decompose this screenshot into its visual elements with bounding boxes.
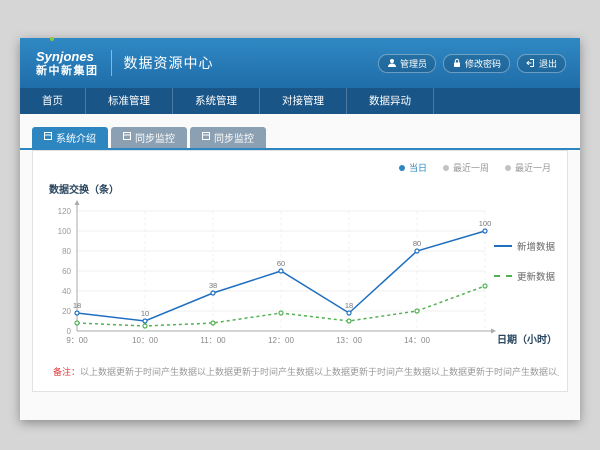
window-icon: [44, 132, 52, 143]
svg-text:60: 60: [62, 267, 71, 276]
lock-icon: [452, 58, 462, 68]
line-chart: 0 20 40 60 80 100 120 9：00 10：00 11：00 12：00 13：00 1…: [47, 197, 499, 357]
legend-new-data[interactable]: 新增数据: [494, 239, 555, 253]
nav-item-standard-mgmt[interactable]: 标准管理: [86, 88, 173, 114]
nav-item-home[interactable]: 首页: [20, 88, 86, 114]
tab-sync-monitor-1[interactable]: 同步监控: [111, 127, 187, 148]
brand-subtitle: 新中新集团: [36, 65, 99, 77]
legend-update-data[interactable]: 更新数据: [494, 269, 555, 283]
svg-text:12：00: 12：00: [268, 336, 294, 345]
nav-item-system-mgmt[interactable]: 系统管理: [173, 88, 260, 114]
user-button[interactable]: 管理员: [378, 54, 436, 73]
svg-text:9：00: 9：00: [66, 336, 88, 345]
svg-text:14：00: 14：00: [404, 336, 430, 345]
chart-panel: 当日 最近一周 最近一月 数据交换（条） 0 20 40 60 80 100 120 9：00…: [32, 150, 568, 392]
svg-text:120: 120: [58, 207, 72, 216]
svg-text:0: 0: [67, 327, 72, 336]
footnote: 备注：以上数据更新于时间产生数据以上数据更新于时间产生数据以上数据更新于时间产生…: [53, 365, 559, 378]
x-axis-title: 日期（小时）: [497, 331, 557, 346]
y-axis-title: 数据交换（条）: [49, 181, 119, 196]
logout-icon: [526, 58, 536, 68]
app-header: Synjones 新中新集团 数据资源中心 管理员 修改密码: [20, 38, 580, 88]
radio-dot-icon: [505, 165, 511, 171]
logout-label: 退出: [539, 57, 557, 70]
footnote-text: 以上数据更新于时间产生数据以上数据更新于时间产生数据以上数据更新于时间产生数据以…: [80, 367, 559, 377]
radio-dot-icon: [399, 165, 405, 171]
tab-label: 系统介绍: [56, 130, 96, 145]
filter-last-month[interactable]: 最近一月: [505, 161, 551, 174]
tab-system-intro[interactable]: 系统介绍: [32, 127, 108, 148]
svg-text:40: 40: [62, 287, 71, 296]
user-label: 管理员: [400, 57, 427, 70]
series-legend: 新增数据 更新数据: [494, 239, 555, 283]
svg-text:80: 80: [62, 247, 71, 256]
logout-button[interactable]: 退出: [517, 54, 566, 73]
desktop-background: Synjones 新中新集团 数据资源中心 管理员 修改密码: [0, 0, 600, 450]
user-icon: [387, 58, 397, 68]
company-logo: Synjones 新中新集团: [36, 50, 99, 77]
filter-label: 最近一周: [453, 161, 489, 174]
tab-sync-monitor-2[interactable]: 同步监控: [190, 127, 266, 148]
svg-text:18: 18: [73, 301, 81, 310]
radio-dot-icon: [443, 165, 449, 171]
content-area: 系统介绍 同步监控 同步监控: [20, 114, 580, 420]
nav-item-integration-mgmt[interactable]: 对接管理: [260, 88, 347, 114]
brand-text: Synjones: [36, 50, 99, 63]
brand-dot-icon: [50, 37, 54, 41]
line-swatch: [494, 275, 512, 277]
line-swatch: [494, 245, 512, 247]
filter-today[interactable]: 当日: [399, 161, 427, 174]
time-range-filters: 当日 最近一周 最近一月: [399, 161, 551, 174]
svg-text:100: 100: [479, 219, 492, 228]
window-icon: [202, 132, 210, 143]
svg-text:38: 38: [209, 281, 217, 290]
main-navbar: 首页 标准管理 系统管理 对接管理 数据异动: [20, 88, 580, 114]
tab-label: 同步监控: [214, 130, 254, 145]
filter-label: 当日: [409, 161, 427, 174]
svg-text:18: 18: [345, 301, 353, 310]
svg-text:11：00: 11：00: [200, 336, 226, 345]
tab-label: 同步监控: [135, 130, 175, 145]
svg-text:13：00: 13：00: [336, 336, 362, 345]
header-actions: 管理员 修改密码 退出: [378, 54, 566, 73]
footnote-prefix: 备注：: [53, 367, 80, 377]
nav-item-data-changes[interactable]: 数据异动: [347, 88, 434, 114]
svg-text:10: 10: [141, 309, 149, 318]
page-title: 数据资源中心: [124, 53, 214, 73]
filter-label: 最近一月: [515, 161, 551, 174]
header-divider: [111, 50, 112, 76]
filter-last-week[interactable]: 最近一周: [443, 161, 489, 174]
svg-text:60: 60: [277, 259, 285, 268]
svg-text:10：00: 10：00: [132, 336, 158, 345]
change-password-button[interactable]: 修改密码: [443, 54, 510, 73]
app-window: Synjones 新中新集团 数据资源中心 管理员 修改密码: [20, 38, 580, 420]
svg-text:80: 80: [413, 239, 421, 248]
svg-text:20: 20: [62, 307, 71, 316]
tab-bar: 系统介绍 同步监控 同步监控: [32, 127, 266, 148]
change-password-label: 修改密码: [465, 57, 501, 70]
svg-text:100: 100: [58, 227, 72, 236]
legend-label: 更新数据: [517, 269, 555, 283]
window-icon: [123, 132, 131, 143]
legend-label: 新增数据: [517, 239, 555, 253]
